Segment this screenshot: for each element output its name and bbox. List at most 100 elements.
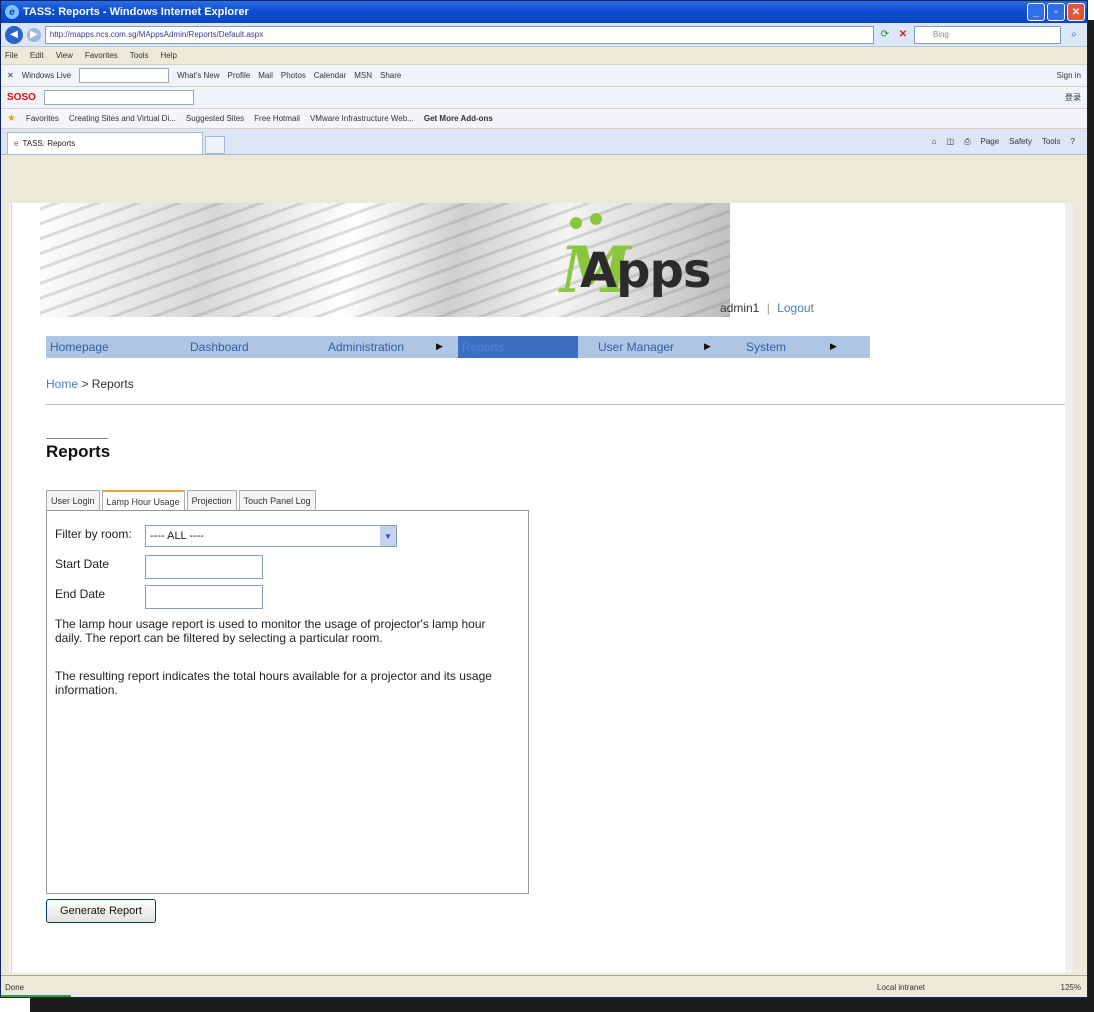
nav-dashboard[interactable]: Dashboard [186,336,324,358]
menu-favorites[interactable]: Favorites [85,51,118,60]
header-banner: M Apps [40,203,730,317]
nav-dashboard-label: Dashboard [190,340,249,354]
wl-item-profile[interactable]: Profile [228,71,251,80]
menu-edit[interactable]: Edit [30,51,44,60]
nav-homepage-label: Homepage [50,340,109,354]
status-bar: Done Local intranet 125% [1,975,1087,997]
home-icon[interactable]: ⌂ [932,137,937,147]
url-field[interactable]: http://mapps.ncs.com.sg/MAppsAdmin/Repor… [44,25,875,44]
stop-icon[interactable]: ✕ [896,28,910,42]
menu-file[interactable]: File [5,51,18,60]
main-nav: Homepage Dashboard Administration ▶ Repo… [46,336,870,358]
tab-user-login[interactable]: User Login [46,490,100,511]
soso-login-link[interactable]: 登录 [1065,92,1081,103]
nav-administration[interactable]: Administration ▶ [324,336,458,358]
description-paragraph-2: The resulting report indicates the total… [55,669,492,697]
user-separator: | [766,301,770,315]
favorite-suggested-sites[interactable]: Suggested Sites [186,114,244,123]
user-box: admin1 | Logout [720,301,814,315]
command-page[interactable]: Page [980,137,999,147]
favorite-get-more-addons[interactable]: Get More Add-ons [424,114,493,123]
breadcrumb-home[interactable]: Home [46,377,78,391]
favorites-label[interactable]: Favorites [26,114,59,123]
report-tabs: User Login Lamp Hour Usage Projection To… [46,490,316,512]
nav-system[interactable]: System ▶ [726,336,870,358]
wl-item-whats-new[interactable]: What's New [177,71,219,80]
menu-tools[interactable]: Tools [130,51,149,60]
windows-live-search-input[interactable] [79,68,170,83]
back-icon[interactable]: ◀ [5,25,23,44]
nav-user-manager[interactable]: User Manager ▶ [578,336,726,358]
wl-item-share[interactable]: Share [380,71,401,80]
minimize-icon[interactable]: _ [1027,3,1045,21]
page-viewport: M Apps admin1 | Logout Homepage Dashboar… [9,203,1073,973]
filter-room-label: Filter by room: [55,527,132,541]
window-shadow-bottom [30,998,1090,1012]
command-safety[interactable]: Safety [1009,137,1032,147]
tab-lamp-hour-usage[interactable]: Lamp Hour Usage [101,490,185,512]
room-select[interactable]: ---- ALL ---- ▼ [145,525,397,547]
logout-link[interactable]: Logout [777,301,814,315]
nav-administration-label: Administration [328,340,405,354]
toolbar-close-icon[interactable]: ✕ [7,71,14,80]
page-favicon-icon: e [14,139,19,148]
submenu-arrow-icon: ▶ [436,341,443,351]
favorites-star-icon[interactable]: ★ [7,113,16,124]
close-icon[interactable]: ✕ [1067,3,1085,21]
command-tools[interactable]: Tools [1042,137,1061,147]
start-date-input[interactable] [145,555,263,579]
menu-view[interactable]: View [56,51,73,60]
start-date-label: Start Date [55,557,110,571]
soso-logo: SOSO [7,92,36,103]
sign-in-link[interactable]: Sign in [1057,71,1081,80]
end-date-input[interactable] [145,585,263,609]
refresh-icon[interactable]: ⟳ [878,28,892,42]
tab-projection[interactable]: Projection [186,490,237,511]
title-overline [46,438,108,439]
status-text: Done [5,983,25,992]
soso-search-input[interactable] [43,90,194,105]
favorite-vmware[interactable]: VMware Infrastructure Web... [310,114,414,123]
feeds-icon[interactable]: ◫ [947,137,955,147]
wl-item-calendar[interactable]: Calendar [314,71,346,80]
title-bar: e TASS: Reports - Windows Internet Explo… [1,1,1087,23]
nav-reports-label: Reports [462,340,505,354]
browser-tab-bar: e TASS: Reports ⌂ ◫ ⎙ Page Safety Tools … [1,129,1087,155]
nav-homepage[interactable]: Homepage [46,336,186,358]
menu-bar: File Edit View Favorites Tools Help [1,47,1087,65]
menu-help[interactable]: Help [160,51,176,60]
new-tab-button[interactable] [205,136,225,154]
favorite-free-hotmail[interactable]: Free Hotmail [254,114,300,123]
end-date-label: End Date [55,587,106,601]
vertical-scrollbar[interactable] [1065,203,1073,973]
page-title: Reports [46,442,111,461]
wl-item-photos[interactable]: Photos [281,71,306,80]
command-bar: ⌂ ◫ ⎙ Page Safety Tools ? [225,137,1081,147]
chevron-down-icon[interactable]: ▼ [380,526,396,546]
browser-tab-reports[interactable]: e TASS: Reports [7,132,203,154]
search-input[interactable]: Bing [913,25,1062,44]
help-icon[interactable]: ? [1071,137,1075,147]
forward-icon[interactable]: ▶ [26,27,41,42]
nav-reports[interactable]: Reports [458,336,578,358]
tab-touch-panel-log[interactable]: Touch Panel Log [238,490,316,511]
ie-logo-icon: e [5,5,19,19]
windows-live-label[interactable]: Windows Live [22,71,71,80]
breadcrumb: Home > Reports [46,377,134,391]
browser-tab-title: TASS: Reports [22,139,76,148]
maximize-icon[interactable]: ▫ [1047,3,1065,21]
security-zone: Local intranet [877,983,926,992]
zoom-level[interactable]: 125% [997,983,1087,992]
search-icon[interactable]: ⌕ [1065,29,1083,40]
wl-item-msn[interactable]: MSN [354,71,372,80]
submenu-arrow-icon: ▶ [830,341,837,351]
load-progress-bar [1,995,71,997]
report-panel: Filter by room: ---- ALL ---- ▼ Start Da… [46,510,529,894]
room-select-value: ---- ALL ---- [150,530,204,542]
print-icon[interactable]: ⎙ [964,137,970,147]
wl-item-mail[interactable]: Mail [258,71,273,80]
browser-window: e TASS: Reports - Windows Internet Explo… [0,0,1088,998]
favorite-creating-sites[interactable]: Creating Sites and Virtual Di... [69,114,176,123]
generate-report-button[interactable]: Generate Report [46,899,156,923]
soso-toolbar: SOSO 登录 [1,87,1087,109]
